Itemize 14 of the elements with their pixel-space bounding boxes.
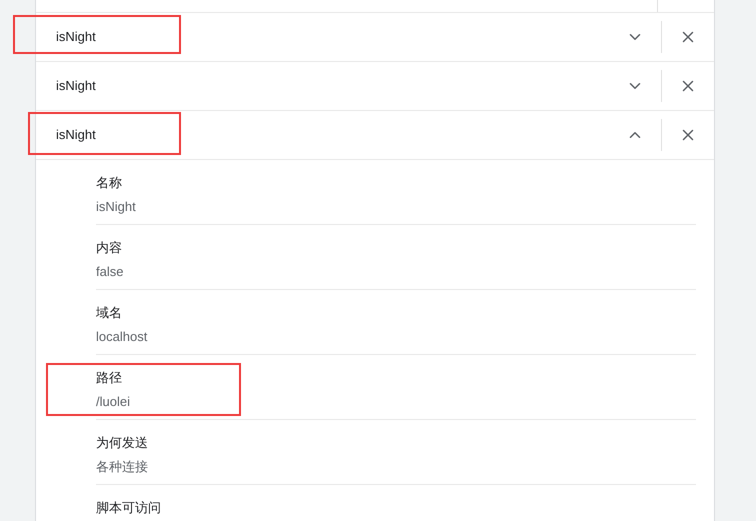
field-label: 为何发送 bbox=[96, 434, 149, 452]
field-label: 内容 bbox=[96, 239, 123, 257]
cookie-name: isNight bbox=[56, 28, 97, 46]
field-label: 名称 bbox=[96, 174, 123, 192]
field-label: 域名 bbox=[96, 304, 123, 322]
field-value: localhost bbox=[96, 328, 148, 346]
field-value: false bbox=[96, 262, 124, 280]
field-label: 路径 bbox=[96, 369, 123, 387]
cookie-name: isNight bbox=[56, 77, 97, 96]
field-value: 各种连接 bbox=[96, 458, 149, 476]
field-label: 脚本可访问 bbox=[96, 499, 162, 517]
field-value: /luolei bbox=[96, 392, 131, 410]
field-value: isNight bbox=[96, 198, 137, 216]
cookie-name: isNight bbox=[56, 126, 97, 144]
